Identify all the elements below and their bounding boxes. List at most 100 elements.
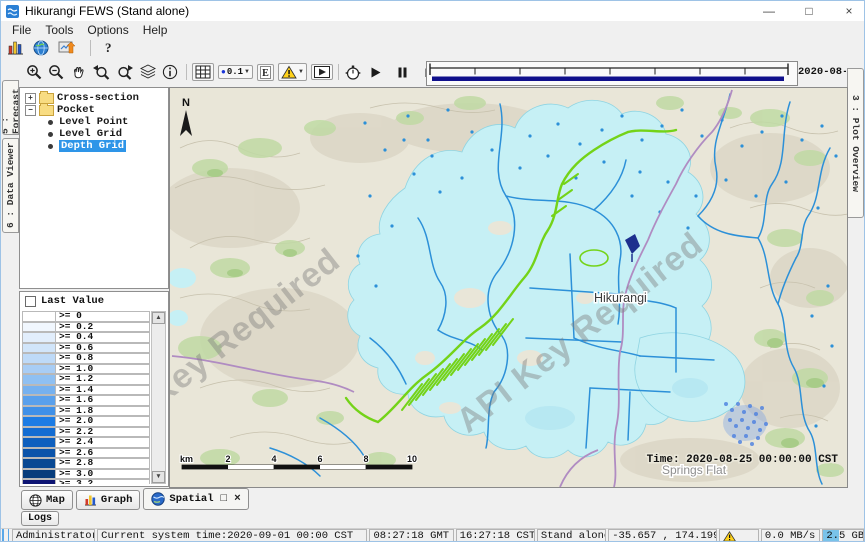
- legend-scrollbar[interactable]: ▲ ▼: [151, 311, 166, 484]
- legend-row[interactable]: >= 2.8: [22, 458, 150, 469]
- tab-maximize-icon[interactable]: □: [221, 493, 228, 505]
- maximize-icon[interactable]: □: [802, 4, 816, 18]
- label-toggle-button[interactable]: E: [257, 64, 274, 81]
- warning-threshold-selector[interactable]: ▼: [278, 63, 307, 81]
- legend-label: >= 0.8: [56, 353, 150, 364]
- dot-icon: ●: [221, 68, 226, 77]
- legend-row[interactable]: >= 0: [22, 311, 150, 322]
- graph-bars-icon: [84, 494, 97, 506]
- zoom-in-icon[interactable]: [26, 64, 42, 80]
- pause-icon[interactable]: [396, 66, 409, 79]
- menu-tools[interactable]: Tools: [38, 23, 80, 37]
- legend-row[interactable]: >= 3.2: [22, 479, 150, 484]
- legend-row[interactable]: >= 0.8: [22, 353, 150, 364]
- legend-swatch: [22, 458, 56, 469]
- town-label: Hikurangi: [594, 291, 647, 305]
- legend-panel: Last Value >= 0 >= 0.2 >= 0.4 >= 0.6 >= …: [19, 291, 169, 487]
- expand-icon[interactable]: +: [25, 93, 36, 104]
- status-mode: Stand alone: [537, 529, 606, 542]
- legend-label: >= 1.2: [56, 374, 150, 385]
- bottom-tab-bar: Map Graph Spatial □ ×: [1, 488, 864, 510]
- tab-graph[interactable]: Graph: [76, 490, 141, 510]
- tab-map[interactable]: Map: [21, 490, 73, 510]
- forecast-chart-icon[interactable]: [7, 40, 24, 55]
- logs-button[interactable]: Logs: [21, 511, 59, 526]
- play-icon[interactable]: [369, 66, 382, 79]
- svg-text:km: km: [180, 454, 193, 464]
- close-icon[interactable]: ×: [842, 4, 856, 18]
- legend-header: Last Value: [20, 292, 168, 310]
- application-window: Hikurangi FEWS (Stand alone) — □ × File …: [0, 0, 865, 542]
- globe-icon[interactable]: [33, 40, 49, 56]
- status-memory: 2.5 GB: [822, 529, 864, 542]
- zoom-next-icon[interactable]: [116, 64, 134, 80]
- tab-spatial[interactable]: Spatial □ ×: [143, 488, 248, 510]
- logs-row: Logs: [1, 510, 864, 528]
- legend-swatch: [22, 448, 56, 459]
- tab-data-viewer[interactable]: 6 : Data Viewer: [2, 138, 19, 233]
- legend-label: >= 1.6: [56, 395, 150, 406]
- svg-text:10: 10: [407, 454, 417, 464]
- timeline-ruler: [427, 62, 795, 83]
- scroll-down-icon[interactable]: ▼: [152, 471, 165, 483]
- tab-plot-overview[interactable]: 3 : Plot Overview: [847, 68, 864, 218]
- last-value-checkbox[interactable]: [25, 296, 36, 307]
- dropdown-arrow-icon[interactable]: ▼: [244, 69, 250, 75]
- tab-plot-overview-label: 3 : Plot Overview: [850, 95, 861, 192]
- tree-node-depth-grid[interactable]: Depth Grid: [20, 140, 168, 152]
- toolbar-separator: [90, 40, 91, 56]
- tree-node-label: Level Grid: [59, 128, 122, 140]
- grid-display-button[interactable]: [192, 63, 214, 81]
- legend-row[interactable]: >= 1.6: [22, 395, 150, 406]
- status-user: Administrator: [12, 529, 95, 542]
- map-viewport[interactable]: API Key Required API Key Required Hikura…: [169, 87, 848, 488]
- help-icon[interactable]: ?: [105, 40, 112, 56]
- zoom-previous-icon[interactable]: [92, 64, 110, 80]
- tree-node-label: Level Point: [59, 116, 128, 128]
- timeline-progress-bar[interactable]: [432, 77, 784, 82]
- zoom-out-icon[interactable]: [48, 64, 64, 80]
- menu-bar: File Tools Options Help: [1, 21, 864, 39]
- timeline-slider[interactable]: [426, 61, 798, 86]
- classbreak-selector[interactable]: ●0.1 ▼: [218, 65, 253, 79]
- legend-row[interactable]: >= 1.2: [22, 374, 150, 385]
- menu-help[interactable]: Help: [136, 23, 175, 37]
- display-groups-icon[interactable]: [58, 40, 76, 56]
- layers-icon[interactable]: [140, 64, 156, 80]
- tree-node-level-point[interactable]: Level Point: [20, 116, 168, 128]
- last-value-label: Last Value: [41, 295, 104, 307]
- legend-row[interactable]: >= 2.0: [22, 416, 150, 427]
- scroll-up-icon[interactable]: ▲: [152, 312, 165, 324]
- tree-node-label: Pocket: [57, 104, 95, 116]
- menu-file[interactable]: File: [5, 23, 38, 37]
- legend-label: >= 0.4: [56, 332, 150, 343]
- info-icon[interactable]: [162, 64, 178, 80]
- svg-text:4: 4: [271, 454, 276, 464]
- pan-hand-icon[interactable]: [70, 64, 86, 80]
- minimize-icon[interactable]: —: [762, 4, 776, 18]
- tab-close-icon[interactable]: ×: [234, 493, 241, 505]
- legend-swatch: [22, 406, 56, 417]
- status-warning-cell[interactable]: [719, 529, 759, 542]
- svg-text:N: N: [182, 97, 190, 109]
- animation-panel-button[interactable]: [311, 64, 333, 80]
- svg-text:8: 8: [363, 454, 368, 464]
- tree-node-pocket[interactable]: − Pocket: [20, 104, 168, 116]
- legend-row[interactable]: >= 0.4: [22, 332, 150, 343]
- svg-text:2: 2: [225, 454, 230, 464]
- legend-label: >= 2.4: [56, 437, 150, 448]
- tab-map-label: Map: [46, 494, 65, 506]
- tab-forecast[interactable]: 5 : Forecast: [2, 80, 19, 135]
- legend-swatch: [22, 332, 56, 343]
- status-local-time: 16:27:18 CST: [456, 529, 535, 542]
- legend-swatch: [22, 479, 56, 484]
- legend-row[interactable]: >= 2.4: [22, 437, 150, 448]
- tab-graph-label: Graph: [101, 494, 133, 506]
- collapse-icon[interactable]: −: [25, 105, 36, 116]
- dropdown-arrow-icon[interactable]: ▼: [298, 69, 304, 75]
- time-navigator-icon[interactable]: [344, 64, 362, 81]
- folder-icon: [39, 105, 54, 116]
- menu-options[interactable]: Options: [80, 23, 135, 37]
- tree-node-level-grid[interactable]: Level Grid: [20, 128, 168, 140]
- legend-label: >= 2.0: [56, 416, 150, 427]
